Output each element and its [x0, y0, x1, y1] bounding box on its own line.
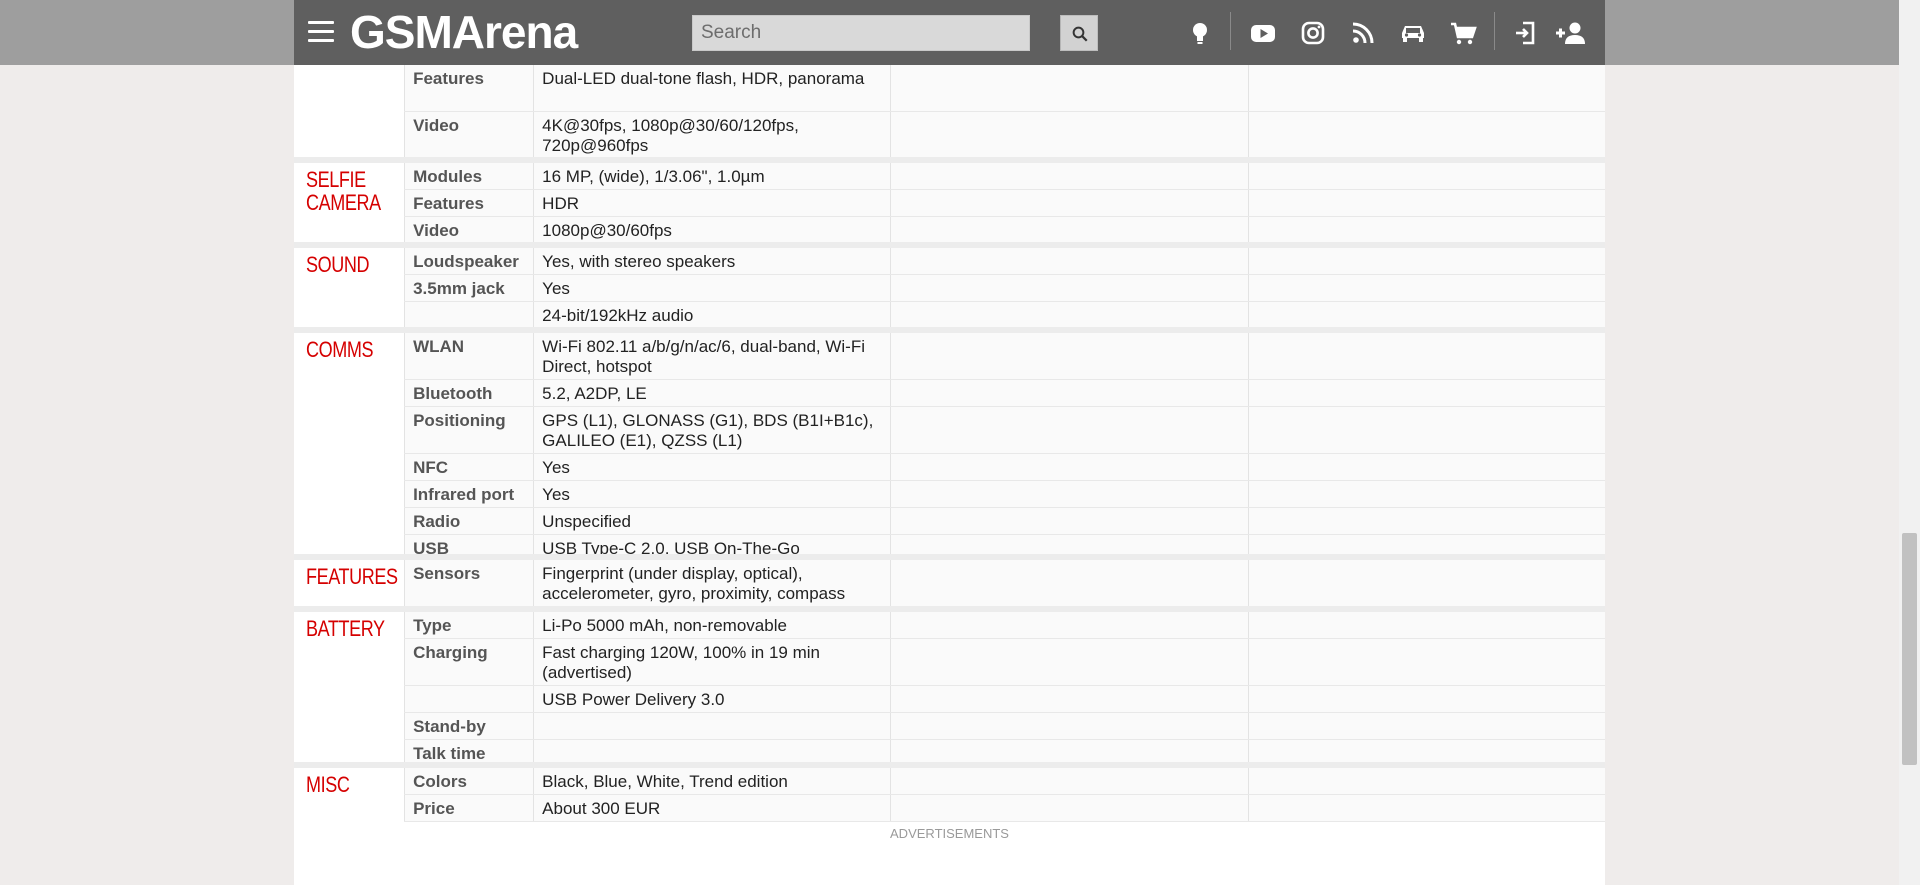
spec-value: Wi-Fi 802.11 a/b/g/n/ac/6, dual-band, Wi…: [533, 333, 891, 380]
search-icon: [1072, 26, 1088, 42]
spec-value: Dual-LED dual-tone flash, HDR, panorama: [533, 65, 891, 112]
spec-section-sound: SOUND Loudspeaker Yes, with stereo speak…: [294, 248, 1605, 329]
spec-row: Radio Unspecified: [294, 507, 1605, 535]
spec-row: Video 4K@30fps, 1080p@30/60/120fps, 720p…: [294, 111, 1605, 159]
category-label: SELFIE CAMERA: [306, 167, 381, 215]
spec-label[interactable]: Bluetooth: [404, 379, 535, 407]
spec-value: GPS (L1), GLONASS (G1), BDS (B1I+B1c), G…: [533, 406, 891, 454]
spec-row: Bluetooth 5.2, A2DP, LE: [294, 379, 1605, 407]
spec-row: Loudspeaker Yes, with stereo speakers: [294, 248, 1605, 275]
spec-label[interactable]: Charging: [404, 638, 535, 686]
spec-label[interactable]: Modules: [404, 163, 535, 190]
spec-label[interactable]: Radio: [404, 507, 535, 535]
spec-row: Features Dual-LED dual-tone flash, HDR, …: [294, 65, 1605, 112]
header-divider: [1230, 12, 1231, 50]
svg-text:GSMArena: GSMArena: [350, 10, 579, 54]
spec-section-features: FEATURES Sensors Fingerprint (under disp…: [294, 560, 1605, 607]
spec-row: Charging Fast charging 120W, 100% in 19 …: [294, 638, 1605, 686]
spec-value: 4K@30fps, 1080p@30/60/120fps, 720p@960fp…: [533, 111, 891, 159]
spec-value: Yes, with stereo speakers: [533, 248, 891, 275]
category-label: COMMS: [306, 337, 374, 362]
spec-row: Features HDR: [294, 189, 1605, 217]
spec-label[interactable]: Type: [404, 612, 535, 639]
spec-label[interactable]: Price: [404, 794, 535, 822]
spec-value: About 300 EUR: [533, 794, 891, 822]
spec-label[interactable]: Positioning: [404, 406, 535, 454]
spec-value: Unspecified: [533, 507, 891, 535]
spec-row: Colors Black, Blue, White, Trend edition: [294, 768, 1605, 795]
category-label: BATTERY: [306, 616, 385, 641]
spec-row: Sensors Fingerprint (under display, opti…: [294, 560, 1605, 607]
spec-section-misc: MISC Colors Black, Blue, White, Trend ed…: [294, 768, 1605, 822]
spec-section-selfie: SELFIE CAMERA Modules 16 MP, (wide), 1/3.…: [294, 163, 1605, 244]
instagram-icon[interactable]: [1298, 18, 1328, 48]
spec-value: Fingerprint (under display, optical), ac…: [533, 560, 891, 607]
spec-label[interactable]: Video: [404, 111, 535, 159]
spec-label[interactable]: Video: [404, 216, 535, 244]
spec-value: Fast charging 120W, 100% in 19 min (adve…: [533, 638, 891, 686]
spec-value: Yes: [533, 274, 891, 302]
spec-row: 24-bit/192kHz audio: [294, 301, 1605, 329]
spec-row: 3.5mm jack Yes: [294, 274, 1605, 302]
advertisements-label: ADVERTISEMENTS: [890, 826, 1009, 841]
spec-label[interactable]: WLAN: [404, 333, 535, 380]
bulb-icon[interactable]: [1185, 18, 1215, 48]
category-label: FEATURES: [306, 564, 398, 589]
spec-row: Price About 300 EUR: [294, 794, 1605, 822]
spec-label[interactable]: Features: [404, 189, 535, 217]
site-logo[interactable]: GSMArena: [350, 6, 606, 59]
spec-section-main-camera: Features Dual-LED dual-tone flash, HDR, …: [294, 65, 1605, 159]
car-icon[interactable]: [1398, 18, 1428, 48]
spec-section-battery: BATTERY Type Li-Po 5000 mAh, non-removab…: [294, 612, 1605, 767]
spec-label[interactable]: 3.5mm jack: [404, 274, 535, 302]
rss-icon[interactable]: [1348, 18, 1378, 48]
spec-value: Yes: [533, 480, 891, 508]
spec-label[interactable]: Loudspeaker: [404, 248, 535, 275]
menu-icon[interactable]: [308, 21, 334, 43]
spec-label[interactable]: NFC: [404, 453, 535, 481]
search-button[interactable]: [1060, 15, 1098, 51]
spec-value: Li-Po 5000 mAh, non-removable: [533, 612, 891, 639]
spec-value: 24-bit/192kHz audio: [533, 301, 891, 329]
spec-label[interactable]: [404, 685, 535, 713]
spec-row: Type Li-Po 5000 mAh, non-removable: [294, 612, 1605, 639]
spec-label[interactable]: Infrared port: [404, 480, 535, 508]
spec-value: [533, 712, 891, 740]
spec-value: HDR: [533, 189, 891, 217]
spec-value: Yes: [533, 453, 891, 481]
gsmarena-logo-icon: GSMArena: [350, 6, 580, 58]
youtube-icon[interactable]: [1248, 18, 1278, 48]
spec-row: WLAN Wi-Fi 802.11 a/b/g/n/ac/6, dual-ban…: [294, 333, 1605, 380]
spec-row: Stand-by: [294, 712, 1605, 740]
spec-row: Modules 16 MP, (wide), 1/3.06", 1.0µm: [294, 163, 1605, 190]
spec-section-comms: COMMS WLAN Wi-Fi 802.11 a/b/g/n/ac/6, du…: [294, 333, 1605, 562]
spec-value: Black, Blue, White, Trend edition: [533, 768, 891, 795]
spec-value: USB Power Delivery 3.0: [533, 685, 891, 713]
spec-row: Positioning GPS (L1), GLONASS (G1), BDS …: [294, 406, 1605, 454]
category-label: MISC: [306, 772, 350, 797]
spec-value: 16 MP, (wide), 1/3.06", 1.0µm: [533, 163, 891, 190]
spec-row: Video 1080p@30/60fps: [294, 216, 1605, 244]
spec-label[interactable]: [404, 301, 535, 329]
spec-label[interactable]: Stand-by: [404, 712, 535, 740]
spec-value: 1080p@30/60fps: [533, 216, 891, 244]
search-box: [692, 15, 1061, 51]
spec-value: 5.2, A2DP, LE: [533, 379, 891, 407]
site-header: GSMArena: [294, 0, 1605, 65]
spec-row: NFC Yes: [294, 453, 1605, 481]
spec-label[interactable]: Features: [404, 65, 535, 112]
spec-label[interactable]: Colors: [404, 768, 535, 795]
scrollbar-thumb[interactable]: [1902, 533, 1917, 765]
category-label: SOUND: [306, 252, 370, 277]
cart-icon[interactable]: [1448, 18, 1478, 48]
specs-content: Features Dual-LED dual-tone flash, HDR, …: [294, 65, 1605, 885]
spec-row: USB Power Delivery 3.0: [294, 685, 1605, 713]
add-user-icon[interactable]: [1553, 18, 1589, 48]
spec-label[interactable]: Sensors: [404, 560, 535, 607]
spec-row: Infrared port Yes: [294, 480, 1605, 508]
header-divider: [1494, 12, 1495, 50]
search-input[interactable]: [693, 16, 1061, 50]
login-icon[interactable]: [1511, 18, 1541, 48]
